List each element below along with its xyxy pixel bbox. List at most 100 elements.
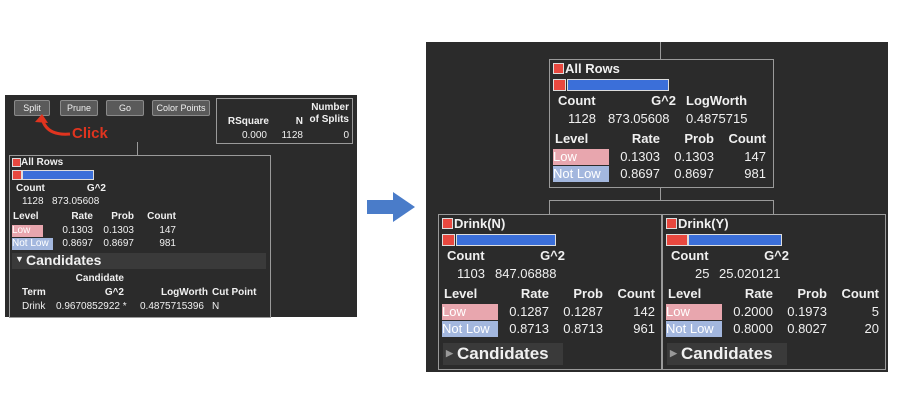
level-low: Low xyxy=(442,304,498,320)
prob-value: 0.1303 xyxy=(674,149,714,164)
node-title: All Rows xyxy=(21,157,64,168)
rate-value: 0.2000 xyxy=(733,304,773,319)
tree-connector xyxy=(773,200,774,214)
tree-connector xyxy=(660,186,661,200)
count-cell: 142 xyxy=(633,304,655,319)
prob-header: Prob xyxy=(573,286,603,301)
level-low: Low xyxy=(666,304,722,320)
count-cell: 981 xyxy=(744,166,766,181)
node-toggle-icon[interactable] xyxy=(553,63,564,74)
level-header: Level xyxy=(13,211,39,222)
level-low: Low xyxy=(553,149,609,165)
g2-value: 873.05608 xyxy=(52,196,100,207)
count-value: 1128 xyxy=(22,196,44,207)
splits-header: Number of Splits xyxy=(309,102,349,125)
count-cell: 961 xyxy=(633,321,655,336)
level-not-low: Not Low xyxy=(666,321,722,337)
logworth-value: 0.4875715 xyxy=(686,111,748,126)
rate-header: Rate xyxy=(520,286,549,301)
count-cell: 5 xyxy=(871,304,879,319)
rate-value: 0.1303 xyxy=(620,149,660,164)
right-arrow-icon xyxy=(367,192,415,222)
not-low-bar xyxy=(22,170,94,180)
count-cell: 20 xyxy=(864,321,879,336)
cutpoint-value: N xyxy=(212,301,220,312)
summary-stats-table: RSquare N Number of Splits 0.000 1128 0 xyxy=(216,98,353,144)
drink-y-node: Drink(Y) Count G^2 25 25.020121 Level Ra… xyxy=(662,214,886,370)
count-value: 25 xyxy=(695,266,710,281)
candidates-header[interactable]: ▶ Candidates xyxy=(443,343,563,365)
g2-value: 873.05608 xyxy=(608,111,670,126)
tree-connector xyxy=(549,200,773,201)
count-header: Count xyxy=(447,248,485,263)
count-col-header: Count xyxy=(147,211,176,222)
candidates-header[interactable]: ▶ Candidates xyxy=(667,343,787,365)
rsquare-header: RSquare xyxy=(227,116,269,127)
count-value: 1103 xyxy=(457,266,485,281)
candidates-header[interactable]: ▼ Candidates xyxy=(12,252,266,269)
node-toggle-icon[interactable] xyxy=(442,218,453,229)
tree-connector xyxy=(660,42,661,59)
count-col-header: Count xyxy=(841,286,879,301)
rate-header: Rate xyxy=(71,211,93,222)
prob-header: Prob xyxy=(111,211,134,222)
not-low-bar xyxy=(688,234,782,246)
prob-value: 0.8027 xyxy=(787,321,827,336)
node-toggle-icon[interactable] xyxy=(12,158,21,167)
drink-n-node: Drink(N) Count G^2 1103 847.06888 Level … xyxy=(438,214,662,370)
low-bar xyxy=(553,79,566,91)
disclosure-right-icon[interactable]: ▶ xyxy=(670,348,677,359)
level-header: Level xyxy=(555,131,589,146)
candidates-label: Candidates xyxy=(26,252,102,268)
rsquare-value: 0.000 xyxy=(241,130,267,141)
count-header: Count xyxy=(671,248,709,263)
count-cell: 147 xyxy=(159,225,176,236)
count-col-header: Count xyxy=(617,286,655,301)
disclosure-right-icon[interactable]: ▶ xyxy=(446,348,453,359)
count-value: 1128 xyxy=(568,111,596,126)
cutpoint-header: Cut Point xyxy=(212,287,257,298)
level-not-low: Not Low xyxy=(442,321,498,337)
not-low-bar xyxy=(456,234,556,246)
g2-value: 25.020121 xyxy=(719,266,781,281)
rate-value: 0.1287 xyxy=(509,304,549,319)
splits-value: 0 xyxy=(343,130,349,141)
n-value: 1128 xyxy=(281,130,303,141)
logworth-value: 0.4875715396 xyxy=(140,301,204,312)
prob-value: 0.1287 xyxy=(563,304,603,319)
click-annotation: Click xyxy=(72,125,108,142)
tree-connector xyxy=(549,200,550,214)
prob-value: 0.8697 xyxy=(103,238,134,249)
root-all-rows-node: All Rows Count G^2 LogWorth 1128 873.056… xyxy=(549,59,774,188)
disclosure-down-icon[interactable]: ▼ xyxy=(15,254,24,264)
g2-header: G^2 xyxy=(540,248,565,263)
candidates-label: Candidates xyxy=(681,344,773,363)
go-button[interactable]: Go xyxy=(106,100,144,116)
color-points-button[interactable]: Color Points xyxy=(152,100,210,116)
rate-header: Rate xyxy=(744,286,773,301)
n-header: N xyxy=(295,116,303,127)
low-bar xyxy=(442,234,455,246)
logworth-header: LogWorth xyxy=(160,287,208,298)
prob-header: Prob xyxy=(797,286,827,301)
count-cell: 147 xyxy=(744,149,766,164)
count-col-header: Count xyxy=(728,131,766,146)
rate-value: 0.8697 xyxy=(620,166,660,181)
node-toggle-icon[interactable] xyxy=(666,218,677,229)
level-header: Level xyxy=(668,286,702,301)
prob-value: 0.8697 xyxy=(674,166,714,181)
level-header: Level xyxy=(444,286,478,301)
node-title: Drink(Y) xyxy=(678,216,729,231)
candidates-label: Candidates xyxy=(457,344,549,363)
rate-value: 0.1303 xyxy=(62,225,93,236)
cand-g2-header: G^2 xyxy=(104,287,124,298)
term-value: Drink xyxy=(22,301,46,312)
tree-connector xyxy=(137,142,138,155)
left-all-rows-node: All Rows Count G^2 1128 873.05608 Level … xyxy=(9,155,271,318)
rate-value: 0.8697 xyxy=(62,238,93,249)
g2-header: G^2 xyxy=(764,248,789,263)
rate-value: 0.8000 xyxy=(733,321,773,336)
candidate-header: Candidate xyxy=(75,273,124,284)
node-title: Drink(N) xyxy=(454,216,506,231)
cand-g2-value: 0.9670852922 * xyxy=(56,301,127,312)
